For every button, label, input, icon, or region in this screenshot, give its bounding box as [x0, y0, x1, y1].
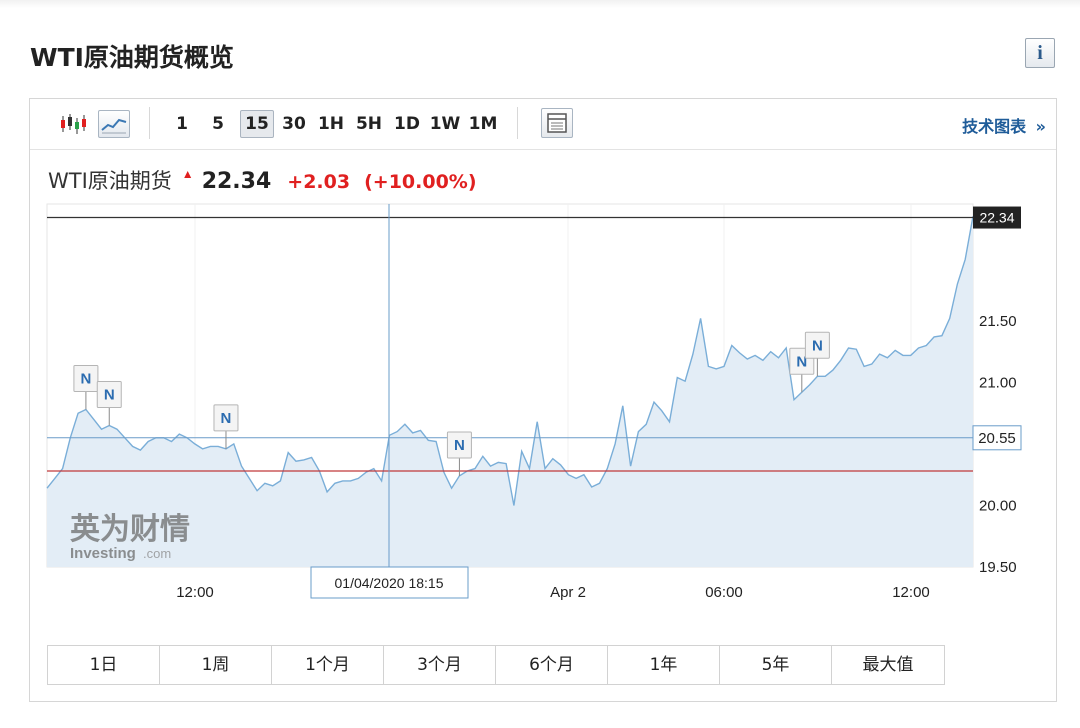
x-tick-label: 12:00 — [892, 584, 930, 601]
range-max[interactable]: 最大值 — [832, 646, 944, 684]
news-marker-label: N — [221, 410, 232, 427]
y-tick-label: 21.00 — [979, 374, 1017, 391]
range-1-week[interactable]: 1周 — [160, 646, 272, 684]
watermark-subtext: Investing — [70, 545, 136, 562]
news-marker-label: N — [812, 337, 823, 354]
y-tick-label: 20.00 — [979, 497, 1017, 514]
range-6-months[interactable]: 6个月 — [496, 646, 608, 684]
x-tick-label: 06:00 — [705, 584, 743, 601]
crosshair-time-label: 01/04/2020 18:15 — [335, 575, 444, 591]
watermark-logo: 英为财情 — [70, 512, 190, 547]
y-tick-label: 21.50 — [979, 313, 1017, 330]
range-5-years[interactable]: 5年 — [720, 646, 832, 684]
news-marker-label: N — [80, 370, 91, 387]
range-1-day[interactable]: 1日 — [48, 646, 160, 684]
page-title: WTI原油期货概览 — [30, 43, 234, 72]
crosshair-value-label: 20.55 — [978, 430, 1016, 447]
y-tick-label: 19.50 — [979, 559, 1017, 576]
price-chart[interactable]: 英为财情Investing .comNNNNNN21.5021.0020.0019… — [30, 99, 1056, 639]
watermark-subtext-suffix: .com — [143, 546, 171, 561]
range-selector: 1日 1周 1个月 3个月 6个月 1年 5年 最大值 — [47, 645, 945, 685]
range-1-year[interactable]: 1年 — [608, 646, 720, 684]
x-tick-label: Apr 2 — [550, 584, 586, 601]
news-marker-label: N — [104, 386, 115, 403]
current-price-badge-label: 22.34 — [979, 210, 1014, 226]
range-1-month[interactable]: 1个月 — [272, 646, 384, 684]
info-icon-glyph: i — [1037, 41, 1043, 64]
chart-panel: 1 5 15 30 1H 5H 1D 1W 1M 技术图表 » WTI原油期货 … — [29, 98, 1057, 702]
news-marker-label: N — [454, 437, 465, 454]
info-icon[interactable]: i — [1025, 38, 1055, 68]
x-tick-label: 12:00 — [176, 584, 214, 601]
top-divider — [0, 0, 1080, 8]
range-3-months[interactable]: 3个月 — [384, 646, 496, 684]
